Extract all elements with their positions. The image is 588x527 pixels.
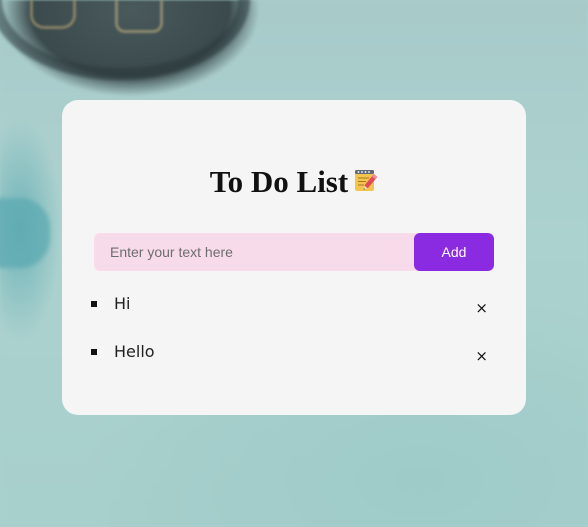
background-object <box>0 198 50 268</box>
page-title: To Do List <box>209 164 349 199</box>
todo-card: To Do List Add Hi × <box>62 100 526 415</box>
task-text: Hi <box>114 294 131 313</box>
header: To Do List <box>62 164 526 200</box>
list-item[interactable]: Hello × <box>90 340 498 388</box>
task-text: Hello <box>114 342 155 361</box>
close-icon[interactable]: × <box>475 349 488 364</box>
task-list: Hi × Hello × <box>90 292 498 388</box>
task-input[interactable] <box>94 233 414 271</box>
bullet-icon <box>91 349 97 355</box>
task-input-row: Add <box>94 233 494 271</box>
background-paperclip <box>115 0 163 33</box>
close-icon[interactable]: × <box>475 301 488 316</box>
memo-icon <box>355 170 378 191</box>
add-button[interactable]: Add <box>414 233 494 271</box>
list-item[interactable]: Hi × <box>90 292 498 340</box>
background-paperclip <box>30 0 76 29</box>
bullet-icon <box>91 301 97 307</box>
